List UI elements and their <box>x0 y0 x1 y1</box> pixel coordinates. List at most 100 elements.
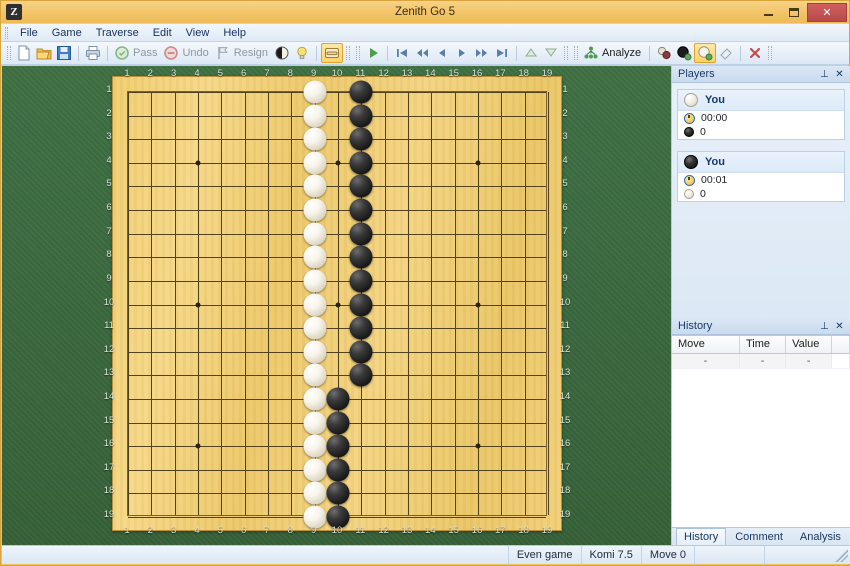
black-stone[interactable] <box>326 481 350 505</box>
tab-comment[interactable]: Comment <box>727 528 791 546</box>
white-stone[interactable] <box>303 245 327 269</box>
history-col-time[interactable]: Time <box>739 336 787 354</box>
table-row[interactable]: - - - <box>672 353 850 369</box>
black-stone[interactable] <box>349 363 373 387</box>
white-stone[interactable] <box>303 293 327 316</box>
close-button[interactable]: ✕ <box>807 2 847 22</box>
black-stone[interactable] <box>349 222 373 246</box>
print-button[interactable] <box>83 43 103 63</box>
delete-button[interactable] <box>745 43 765 63</box>
menu-item-game[interactable]: Game <box>45 25 89 41</box>
white-stone[interactable] <box>303 269 327 293</box>
add-white-stone-button[interactable] <box>694 43 717 63</box>
next-move-button[interactable] <box>452 43 472 63</box>
menu-item-view[interactable]: View <box>179 25 217 41</box>
white-stone[interactable] <box>303 458 327 482</box>
player-card-black[interactable]: You 00:01 0 <box>677 151 845 202</box>
tab-history[interactable]: History <box>676 528 727 546</box>
last-move-button[interactable] <box>492 43 512 63</box>
toolbar-grip-6[interactable] <box>768 46 773 60</box>
minimize-button[interactable] <box>755 3 781 21</box>
new-file-button[interactable] <box>14 43 34 63</box>
tab-analysis[interactable]: Analysis <box>792 528 849 546</box>
branch-up-button[interactable] <box>521 43 541 63</box>
toolbar-grip-5[interactable] <box>574 46 579 60</box>
board-surface[interactable] <box>112 76 562 531</box>
white-stone[interactable] <box>303 316 327 340</box>
save-file-button[interactable] <box>54 43 74 63</box>
white-stone[interactable] <box>303 222 327 246</box>
hint-button[interactable] <box>292 43 312 63</box>
eraser-button[interactable] <box>716 43 736 63</box>
history-close-button[interactable]: ✕ <box>833 320 846 333</box>
prev-move-button[interactable] <box>432 43 452 63</box>
black-stone[interactable] <box>349 293 373 316</box>
branch-down-button[interactable] <box>541 43 561 63</box>
resign-button[interactable]: Resign <box>213 43 272 63</box>
open-file-button[interactable] <box>34 43 54 63</box>
toolbar-grip-1[interactable] <box>7 46 11 60</box>
undo-button[interactable]: Undo <box>161 43 212 63</box>
white-stone[interactable] <box>303 387 327 411</box>
white-stone[interactable] <box>303 434 327 458</box>
white-stone[interactable] <box>303 340 327 364</box>
add-variation-button[interactable] <box>654 43 674 63</box>
go-board[interactable] <box>112 76 562 531</box>
white-stone[interactable] <box>303 481 327 505</box>
players-pin-button[interactable]: ⊥ <box>818 68 831 81</box>
black-stone[interactable] <box>326 411 350 435</box>
rewind-button[interactable] <box>412 43 432 63</box>
pass-button[interactable]: Pass <box>112 43 161 63</box>
toolbar-grip-4[interactable] <box>564 46 569 60</box>
new-file-icon <box>16 45 32 61</box>
black-stone[interactable] <box>349 340 373 364</box>
menu-item-edit[interactable]: Edit <box>146 25 179 41</box>
black-stone[interactable] <box>349 174 373 198</box>
black-stone[interactable] <box>326 387 350 411</box>
history-col-value[interactable]: Value <box>785 336 833 354</box>
menu-item-file[interactable]: File <box>13 25 45 41</box>
menu-item-traverse[interactable]: Traverse <box>89 25 146 41</box>
board-grid[interactable] <box>127 80 549 529</box>
add-black-stone-button[interactable] <box>674 43 694 63</box>
play-button[interactable] <box>363 43 383 63</box>
black-stone[interactable] <box>349 316 373 340</box>
analyze-button[interactable]: Analyze <box>581 43 645 63</box>
resize-grip[interactable] <box>834 548 848 562</box>
players-close-button[interactable]: ✕ <box>833 68 846 81</box>
white-stone[interactable] <box>303 174 327 198</box>
black-stone[interactable] <box>349 198 373 222</box>
black-stone[interactable] <box>349 80 373 104</box>
white-stone[interactable] <box>303 80 327 104</box>
history-col-extra[interactable] <box>831 336 850 354</box>
menu-item-help[interactable]: Help <box>216 25 253 41</box>
black-to-play-button[interactable] <box>272 43 292 63</box>
white-stone[interactable] <box>303 198 327 222</box>
board-view-toggle[interactable] <box>321 43 344 63</box>
first-move-button[interactable] <box>392 43 412 63</box>
toolbar-grip-3[interactable] <box>356 46 361 60</box>
history-pin-button[interactable]: ⊥ <box>818 320 831 333</box>
players-panel-body: You 00:00 0 You 00:01 0 <box>672 83 850 318</box>
black-stone[interactable] <box>349 245 373 269</box>
history-col-move[interactable]: Move <box>672 336 740 354</box>
player-card-white[interactable]: You 00:00 0 <box>677 89 845 140</box>
black-stone[interactable] <box>349 127 373 151</box>
white-stone[interactable] <box>303 127 327 151</box>
coordinate-label-column: 19 <box>541 525 553 536</box>
white-stone[interactable] <box>303 104 327 128</box>
black-stone[interactable] <box>349 104 373 128</box>
grid-line-horizontal <box>128 139 546 141</box>
black-stone[interactable] <box>349 151 373 175</box>
toolbar-grip-2[interactable] <box>346 46 351 60</box>
fast-forward-button[interactable] <box>472 43 492 63</box>
maximize-button[interactable] <box>781 3 807 21</box>
black-stone[interactable] <box>326 434 350 458</box>
black-stone[interactable] <box>349 269 373 293</box>
menu-grip[interactable] <box>5 26 8 39</box>
white-stone[interactable] <box>303 151 327 175</box>
black-stone[interactable] <box>326 458 350 482</box>
white-stone[interactable] <box>303 363 327 387</box>
coordinate-label-column: 16 <box>471 525 483 536</box>
white-stone[interactable] <box>303 411 327 435</box>
